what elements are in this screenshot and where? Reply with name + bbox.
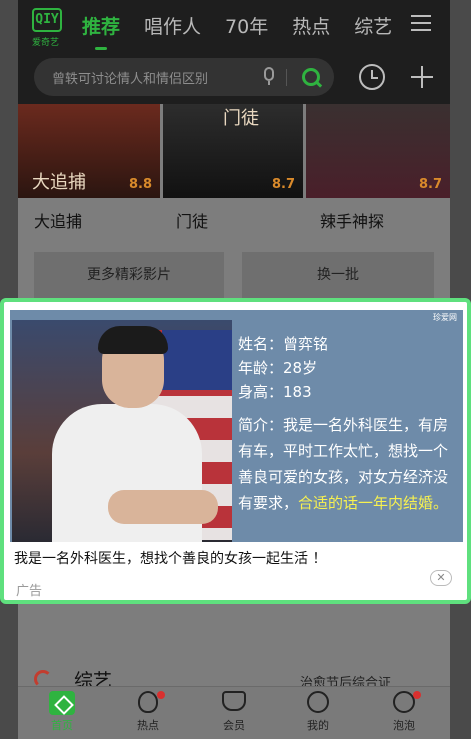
tab-hot[interactable]: 热点	[292, 12, 330, 42]
iqiyi-logo[interactable]: QIY 爱奇艺	[32, 8, 66, 50]
nav-hot[interactable]: 热点	[118, 689, 178, 739]
nav-label: 热点	[137, 719, 159, 732]
profile-icon	[305, 691, 331, 715]
nav-mine[interactable]: 我的	[288, 689, 348, 739]
ad-label: 广告	[16, 584, 43, 599]
ad-intro-highlight: 合适的话一年内结婚。	[298, 494, 449, 512]
close-icon[interactable]: ✕	[430, 570, 452, 586]
tab-recommend[interactable]: 推荐	[82, 12, 120, 50]
more-movies-button[interactable]: 更多精彩影片	[34, 252, 224, 298]
ad-caption: 我是一名外科医生，想找个善良的女孩一起生活 ！	[14, 551, 327, 567]
movie-title[interactable]: 门徒	[176, 208, 208, 232]
poster-text: 大追捕	[32, 172, 86, 193]
badge-dot	[413, 691, 421, 699]
flame-icon	[135, 691, 165, 715]
top-header: QIY 爱奇艺 推荐 唱作人 70年 热点 综艺 曾轶可讨论情人和情侣区别	[18, 0, 450, 104]
microphone-icon[interactable]	[262, 67, 276, 87]
nav-label: 我的	[307, 719, 329, 732]
movie-poster-2[interactable]: 门徒 8.7	[163, 104, 303, 198]
home-icon	[49, 691, 75, 715]
ad-source: 珍爱网	[433, 313, 457, 322]
ad-height: 身高：183	[238, 383, 312, 401]
channel-tabs: 推荐 唱作人 70年 热点 综艺	[82, 12, 416, 50]
ad-image[interactable]: 珍爱网 姓名：曾弈铭 年龄：28岁 身高：183 简介：我是一名外科医生，有房有…	[10, 310, 463, 542]
nav-label: 会员	[223, 719, 245, 732]
nav-label: 首页	[51, 719, 73, 732]
nav-label: 泡泡	[393, 719, 415, 732]
tab-singer-songwriter[interactable]: 唱作人	[144, 12, 201, 42]
ad-photo	[12, 320, 232, 542]
movie-score: 8.7	[271, 177, 295, 192]
menu-icon[interactable]	[411, 15, 431, 33]
nav-bubble[interactable]: 泡泡	[374, 689, 434, 739]
refresh-batch-button[interactable]: 换一批	[242, 252, 434, 298]
search-input[interactable]: 曾轶可讨论情人和情侣区别	[34, 58, 334, 96]
badge-dot	[157, 691, 165, 699]
movie-poster-1[interactable]: 大追捕 8.8	[18, 104, 160, 198]
tab-variety[interactable]: 综艺	[354, 12, 392, 42]
logo-mark: QIY	[32, 8, 62, 32]
poster-text: 门徒	[223, 108, 259, 129]
search-icon[interactable]	[302, 68, 320, 86]
search-divider	[286, 69, 287, 86]
movie-title[interactable]: 大追捕	[34, 208, 82, 232]
movie-poster-3[interactable]: 8.7	[306, 104, 450, 198]
movie-score: 8.8	[128, 177, 152, 192]
movie-title[interactable]: 辣手神探	[320, 208, 384, 232]
logo-label: 爱奇艺	[32, 38, 60, 48]
ad-age: 年龄：28岁	[238, 359, 318, 377]
add-icon[interactable]	[411, 66, 433, 88]
bottom-nav: 首页 热点 会员 我的 泡泡	[18, 686, 450, 739]
ad-intro: 简介：我是一名外科医生，有房有车，平时工作太忙，想找一个善良可爱的女孩，对女方经…	[238, 412, 460, 516]
history-icon[interactable]	[359, 64, 385, 90]
crown-icon	[221, 691, 247, 715]
bubble-icon	[391, 691, 421, 715]
ad-name: 姓名：曾弈铭	[238, 335, 329, 353]
ad-card[interactable]: 珍爱网 姓名：曾弈铭 年龄：28岁 身高：183 简介：我是一名外科医生，有房有…	[0, 298, 471, 604]
ad-profile-info: 姓名：曾弈铭 年龄：28岁 身高：183 简介：我是一名外科医生，有房有车，平时…	[238, 332, 460, 516]
search-placeholder: 曾轶可讨论情人和情侣区别	[52, 72, 209, 87]
nav-vip[interactable]: 会员	[204, 689, 264, 739]
tab-70-years[interactable]: 70年	[225, 12, 268, 42]
movie-score: 8.7	[418, 177, 442, 192]
nav-home[interactable]: 首页	[32, 689, 92, 739]
